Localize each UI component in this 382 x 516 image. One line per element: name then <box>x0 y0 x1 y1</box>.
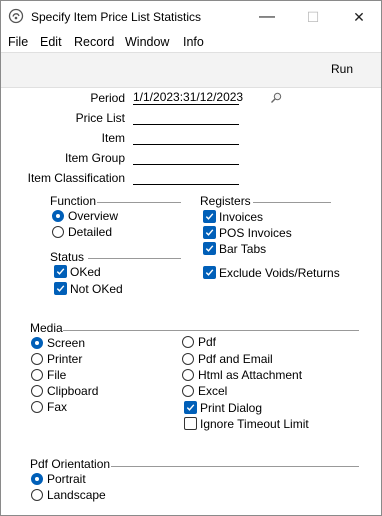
price-list-label: Price List <box>75 111 125 125</box>
media-printer-label: Printer <box>47 352 83 366</box>
ignore-timeout-label: Ignore Timeout Limit <box>200 417 309 431</box>
item-classification-field[interactable] <box>133 171 239 185</box>
radio-unselected-icon <box>182 385 194 397</box>
checkbox-checked-icon <box>54 265 67 278</box>
title-bar: Specify Item Price List Statistics — ☐ ✕ <box>1 1 381 33</box>
registers-divider <box>253 202 331 203</box>
pdf-orientation-group-title: Pdf Orientation <box>30 457 111 471</box>
radio-selected-icon <box>31 337 43 349</box>
menu-bar: File Edit Record Window Info <box>1 33 381 52</box>
radio-unselected-icon <box>182 353 194 365</box>
menu-edit[interactable]: Edit <box>40 35 62 49</box>
function-divider <box>97 202 181 203</box>
menu-file[interactable]: File <box>8 35 28 49</box>
function-overview-label: Overview <box>68 209 119 223</box>
menu-info[interactable]: Info <box>183 35 204 49</box>
media-divider <box>63 330 359 331</box>
radio-unselected-icon <box>31 401 43 413</box>
registers-pos-invoices-label: POS Invoices <box>219 226 292 240</box>
toolbar: Run <box>1 52 381 88</box>
period-field[interactable]: 1/1/2023:31/12/2023 <box>133 91 243 105</box>
function-group-title: Function <box>50 194 97 208</box>
function-detailed-label: Detailed <box>68 225 113 239</box>
registers-invoices-label: Invoices <box>219 210 264 224</box>
registers-group-title: Registers <box>200 194 251 208</box>
media-file-label: File <box>47 368 67 382</box>
media-pdf-email-label: Pdf and Email <box>198 352 273 366</box>
item-group-label: Item Group <box>64 151 125 165</box>
checkbox-checked-icon <box>203 210 216 223</box>
close-button[interactable]: ✕ <box>336 1 381 33</box>
print-dialog-label: Print Dialog <box>200 401 263 415</box>
radio-unselected-icon <box>52 226 64 238</box>
checkbox-unchecked-icon <box>184 417 197 430</box>
exclude-voids-label: Exclude Voids/Returns <box>219 266 340 280</box>
radio-unselected-icon <box>31 489 43 501</box>
checkbox-checked-icon <box>54 282 67 295</box>
media-clipboard-label: Clipboard <box>47 384 99 398</box>
status-not-oked-label: Not OKed <box>70 282 123 296</box>
price-list-field[interactable] <box>133 111 239 125</box>
menu-window[interactable]: Window <box>125 35 169 49</box>
checkbox-checked-icon <box>203 266 216 279</box>
status-group-title: Status <box>50 250 85 264</box>
radio-unselected-icon <box>31 353 43 365</box>
dialog-window: Specify Item Price List Statistics — ☐ ✕… <box>0 0 382 516</box>
pdf-orientation-divider <box>111 466 359 467</box>
status-oked-label: OKed <box>70 265 101 279</box>
minimize-button[interactable]: — <box>244 1 290 33</box>
radio-unselected-icon <box>31 369 43 381</box>
maximize-button[interactable]: ☐ <box>290 1 336 33</box>
paste-special-icon[interactable] <box>270 92 282 104</box>
radio-unselected-icon <box>31 385 43 397</box>
radio-selected-icon <box>31 473 43 485</box>
run-button[interactable]: Run <box>331 62 353 76</box>
media-fax-label: Fax <box>47 400 68 414</box>
item-label: Item <box>101 131 125 145</box>
media-excel-label: Excel <box>198 384 228 398</box>
app-icon <box>8 8 24 24</box>
period-label: Period <box>90 91 125 105</box>
status-divider <box>88 258 181 259</box>
registers-bar-tabs-label: Bar Tabs <box>219 242 267 256</box>
item-classification-label: Item Classification <box>27 171 125 185</box>
checkbox-checked-icon <box>203 226 216 239</box>
item-field[interactable] <box>133 131 239 145</box>
media-html-attachment-label: Html as Attachment <box>198 368 303 382</box>
media-pdf-label: Pdf <box>198 335 217 349</box>
item-group-field[interactable] <box>133 151 239 165</box>
media-screen-label: Screen <box>47 336 86 350</box>
window-title: Specify Item Price List Statistics <box>31 10 202 24</box>
checkbox-checked-icon <box>184 401 197 414</box>
checkbox-checked-icon <box>203 242 216 255</box>
radio-unselected-icon <box>182 369 194 381</box>
orientation-portrait-label: Portrait <box>47 472 86 486</box>
menu-record[interactable]: Record <box>74 35 114 49</box>
media-group-title: Media <box>30 321 63 335</box>
orientation-landscape-label: Landscape <box>47 488 106 502</box>
radio-unselected-icon <box>182 336 194 348</box>
radio-selected-icon <box>52 210 64 222</box>
